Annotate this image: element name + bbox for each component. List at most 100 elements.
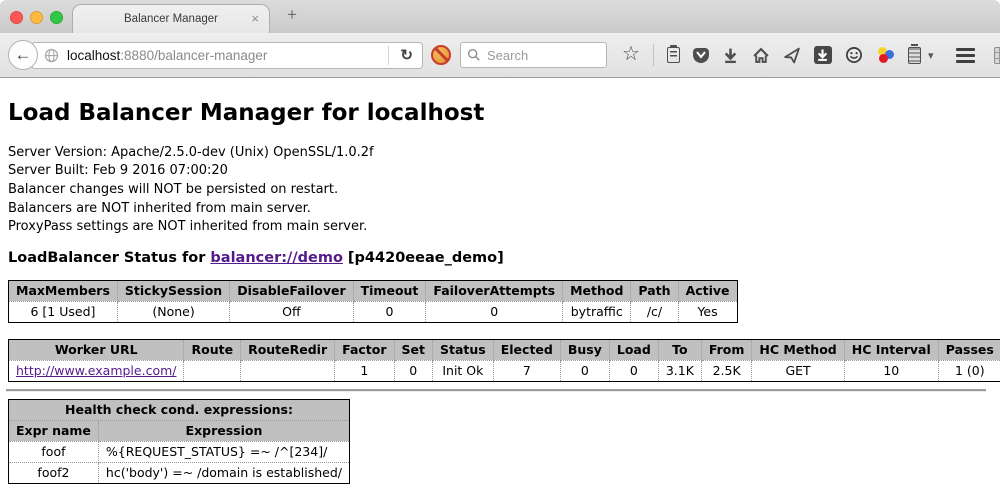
column-header: Busy	[560, 339, 609, 360]
expression-cell: hc('body') =~ /domain is established/	[98, 462, 349, 483]
table-cell	[241, 360, 335, 381]
health-check-table: Health check cond. expressions: Expr nam…	[8, 399, 350, 484]
column-header: Load	[609, 339, 658, 360]
table-cell: 1 (0)	[938, 360, 1000, 381]
column-header: MaxMembers	[9, 280, 118, 301]
reading-list-icon[interactable]	[667, 47, 680, 63]
navigation-toolbar: ← localhost:8880/balancer-manager ↻ ☆	[0, 33, 1000, 78]
balancers-inherit-line: Balancers are NOT inherited from main se…	[8, 200, 992, 219]
column-header: To	[658, 339, 701, 360]
pocket-icon[interactable]	[693, 48, 709, 63]
url-divider	[388, 46, 389, 65]
server-version-line: Server Version: Apache/2.5.0-dev (Unix) …	[8, 144, 992, 163]
table-cell: (None)	[117, 301, 229, 322]
table-cell: Yes	[678, 301, 737, 322]
table-cell: 3.1K	[658, 360, 701, 381]
expression-cell: %{REQUEST_STATUS} =~ /^[234]/	[98, 441, 349, 462]
column-header: Status	[433, 339, 494, 360]
feedback-smiley-icon[interactable]	[845, 46, 863, 64]
tab-title: Balancer Manager	[124, 13, 218, 25]
expr-name-cell: foof	[9, 441, 99, 462]
home-icon[interactable]	[752, 47, 770, 64]
health-data-row: foof2 hc('body') =~ /domain is establish…	[9, 462, 350, 483]
new-tab-button[interactable]: +	[280, 5, 304, 25]
column-header: DisableFailover	[230, 280, 353, 301]
table-cell: bytraffic	[563, 301, 631, 322]
expr-name-cell: foof2	[9, 462, 99, 483]
tab-bar: Balancer Manager × +	[0, 0, 1000, 33]
send-plane-icon[interactable]	[783, 47, 801, 64]
balancer-settings-table: MaxMembers StickySession DisableFailover…	[8, 280, 738, 323]
table-cell: 0	[426, 301, 563, 322]
minimize-window-button[interactable]	[30, 11, 43, 24]
search-icon	[467, 48, 481, 62]
proxypass-inherit-line: ProxyPass settings are NOT inherited fro…	[8, 218, 992, 237]
table-cell: 1	[335, 360, 394, 381]
table-cell: GET	[752, 360, 844, 381]
globe-icon	[44, 48, 59, 63]
server-built-line: Server Built: Feb 9 2016 07:00:20	[8, 162, 992, 181]
balancer-demo-link[interactable]: balancer://demo	[210, 250, 343, 266]
tab-balancer-manager[interactable]: Balancer Manager ×	[72, 4, 270, 33]
column-header: RouteRedir	[241, 339, 335, 360]
table-cell: 6 [1 Used]	[9, 301, 118, 322]
health-table-title: Health check cond. expressions:	[9, 399, 350, 420]
column-header: Worker URL	[9, 339, 184, 360]
downloads-icon[interactable]	[722, 47, 739, 64]
column-header: From	[701, 339, 752, 360]
worker-data-row: http://www.example.com/ 1 0 Init Ok 7 0 …	[9, 360, 1000, 381]
search-input[interactable]	[487, 48, 587, 63]
window-controls	[10, 11, 63, 24]
table-cell: 0	[560, 360, 609, 381]
table-cell: 0	[353, 301, 426, 322]
column-header: Expression	[98, 420, 349, 441]
browser-window: Balancer Manager × + ← localhost:8880/ba…	[0, 0, 1000, 491]
column-header: Factor	[335, 339, 394, 360]
fullscreen-window-button[interactable]	[50, 11, 63, 24]
tab-close-icon[interactable]: ×	[251, 11, 259, 26]
table-cell	[184, 360, 241, 381]
worker-status-table: Worker URL Route RouteRedir Factor Set S…	[8, 339, 1000, 382]
bookmark-star-icon[interactable]: ☆	[622, 44, 640, 64]
dropdown-caret-icon[interactable]: ▾	[928, 49, 934, 62]
column-header: Method	[563, 280, 631, 301]
toolbar-divider	[653, 44, 654, 66]
worker-header-row: Worker URL Route RouteRedir Factor Set S…	[9, 339, 1000, 360]
url-bar[interactable]: localhost:8880/balancer-manager ↻	[31, 42, 423, 69]
search-bar[interactable]	[460, 42, 607, 68]
column-header: Active	[678, 280, 737, 301]
status-heading-suffix: [p4420eeae_demo]	[348, 250, 504, 266]
page-title: Load Balancer Manager for localhost	[8, 78, 992, 128]
page-content: Load Balancer Manager for localhost Serv…	[0, 78, 1000, 491]
battery-extension-icon[interactable]	[908, 47, 921, 64]
tab-groups-icon[interactable]	[994, 47, 1000, 64]
url-text: localhost:8880/balancer-manager	[67, 48, 382, 63]
worker-url-cell: http://www.example.com/	[9, 360, 184, 381]
column-header: Timeout	[353, 280, 426, 301]
column-header: Expr name	[9, 420, 99, 441]
persist-warning-line: Balancer changes will NOT be persisted o…	[8, 181, 992, 200]
close-window-button[interactable]	[10, 11, 23, 24]
blocked-content-icon[interactable]	[431, 45, 451, 65]
worker-url-link[interactable]: http://www.example.com/	[16, 363, 176, 378]
health-title-row: Health check cond. expressions:	[9, 399, 350, 420]
table-cell: 0	[394, 360, 432, 381]
health-header-row: Expr name Expression	[9, 420, 350, 441]
column-header: Path	[631, 280, 678, 301]
column-header: StickySession	[117, 280, 229, 301]
back-button[interactable]: ←	[8, 40, 38, 70]
status-heading-prefix: LoadBalancer Status for	[8, 250, 205, 266]
balancer-data-row: 6 [1 Used] (None) Off 0 0 bytraffic /c/ …	[9, 301, 738, 322]
menu-icon[interactable]	[956, 48, 975, 63]
column-header: Elected	[493, 339, 560, 360]
colored-dots-extension-icon[interactable]	[876, 46, 895, 64]
video-download-icon[interactable]	[814, 46, 832, 64]
reload-button[interactable]: ↻	[395, 48, 418, 63]
balancer-header-row: MaxMembers StickySession DisableFailover…	[9, 280, 738, 301]
column-header: FailoverAttempts	[426, 280, 563, 301]
column-header: Route	[184, 339, 241, 360]
table-cell: Init Ok	[433, 360, 494, 381]
column-header: HC Method	[752, 339, 844, 360]
horizontal-rule	[6, 389, 986, 392]
loadbalancer-status-heading: LoadBalancer Status for balancer://demo …	[8, 250, 992, 266]
